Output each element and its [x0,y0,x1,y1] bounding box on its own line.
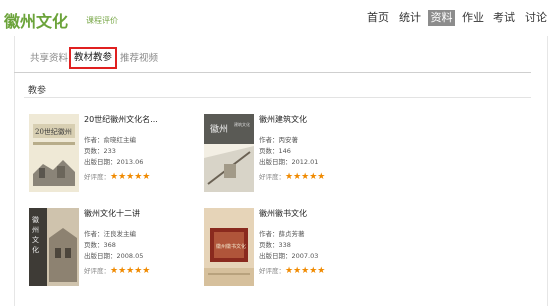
book-author: 作者：丙安著 [259,136,298,144]
book-author: 作者：薛贞芳著 [259,230,305,238]
book-card[interactable]: 徽州徽书文化 徽州徽书文化 作者：薛贞芳著 页数：338 出版日期：2007.0… [204,208,404,293]
book-author: 作者：俞晓红主编 [84,136,136,144]
tab-shared-resources[interactable]: 共享资料 [30,49,68,69]
book-date: 出版日期：2007.03 [259,252,319,260]
book-rating: 好评度：★★★★★ [84,171,150,182]
svg-text:文: 文 [32,235,39,244]
book-pages: 页数：233 [84,147,116,155]
book-cover[interactable]: 徽 州 文 化 [29,208,79,286]
section-divider [24,97,531,98]
svg-text:徽州徽书文化: 徽州徽书文化 [216,243,246,250]
book-pages: 页数：338 [259,241,291,249]
book-rating: 好评度：★★★★★ [84,265,150,276]
book-date: 出版日期：2008.05 [84,252,144,260]
book-cover[interactable]: 20世纪徽州 [29,114,79,192]
book-title[interactable]: 20世纪徽州文化名... [84,114,158,125]
svg-text:20世纪徽州: 20世纪徽州 [35,127,72,136]
rating-label: 好评度： [259,173,285,181]
section-title: 教参 [28,86,47,96]
book-title[interactable]: 徽州文化十二讲 [84,208,140,219]
book-cover-image: 徽州徽书文化 [204,208,254,286]
rating-label: 好评度： [84,173,110,181]
star-rating-icons: ★★★★★ [110,172,151,182]
svg-text:徽: 徽 [32,215,39,224]
book-cover-image: 徽 州 文 化 [29,208,79,286]
book-rating: 好评度：★★★★★ [259,265,325,276]
nav-exam[interactable]: 考试 [490,10,518,26]
book-cover-image: 20世纪徽州 [29,114,79,192]
book-date: 出版日期：2012.01 [259,158,319,166]
book-cover-image: 徽州 建筑文化 [204,114,254,192]
star-rating-icons: ★★★★★ [285,172,326,182]
svg-text:州: 州 [32,226,39,234]
book-rating: 好评度：★★★★★ [259,171,325,182]
nav-home[interactable]: 首页 [364,10,392,26]
book-card[interactable]: 徽州 建筑文化 徽州建筑文化 作者：丙安著 页数：146 出版日期：2012.0… [204,114,404,199]
nav-resources[interactable]: 资料 [428,10,455,26]
book-card[interactable]: 徽 州 文 化 徽州文化十二讲 作者：汪良发主编 页数：368 出版日期：200… [29,208,229,293]
star-rating-icons: ★★★★★ [285,266,326,276]
nav-stats[interactable]: 统计 [396,10,424,26]
rating-label: 好评度： [84,267,110,275]
book-cover[interactable]: 徽州徽书文化 [204,208,254,286]
svg-text:化: 化 [32,245,39,254]
book-pages: 页数：368 [84,241,116,249]
book-pages: 页数：146 [259,147,291,155]
svg-text:建筑文化: 建筑文化 [234,121,250,127]
resource-tabs: 共享资料 教材教参 推荐视频 [14,46,534,72]
tabs-divider [14,72,531,73]
book-card[interactable]: 20世纪徽州 20世纪徽州文化名... 作者：俞晓红主编 页数：233 出版日期… [29,114,229,199]
book-cover[interactable]: 徽州 建筑文化 [204,114,254,192]
star-rating-icons: ★★★★★ [110,266,151,276]
nav-discussion[interactable]: 讨论 [521,10,551,26]
nav-homework[interactable]: 作业 [459,10,487,26]
book-author: 作者：汪良发主编 [84,230,136,238]
tab-recommended-videos[interactable]: 推荐视频 [120,49,158,69]
rating-label: 好评度： [259,267,285,275]
tab-textbooks[interactable]: 教材教参 [69,47,118,69]
top-header: 徽州文化 课程评价 首页 统计 资料 作业 考试 讨论 [0,0,554,36]
book-title[interactable]: 徽州徽书文化 [259,208,307,219]
book-date: 出版日期：2013.06 [84,158,144,166]
book-title[interactable]: 徽州建筑文化 [259,114,307,125]
main-nav: 首页 统计 资料 作业 考试 讨论 [0,10,554,26]
svg-text:徽州: 徽州 [210,123,228,135]
